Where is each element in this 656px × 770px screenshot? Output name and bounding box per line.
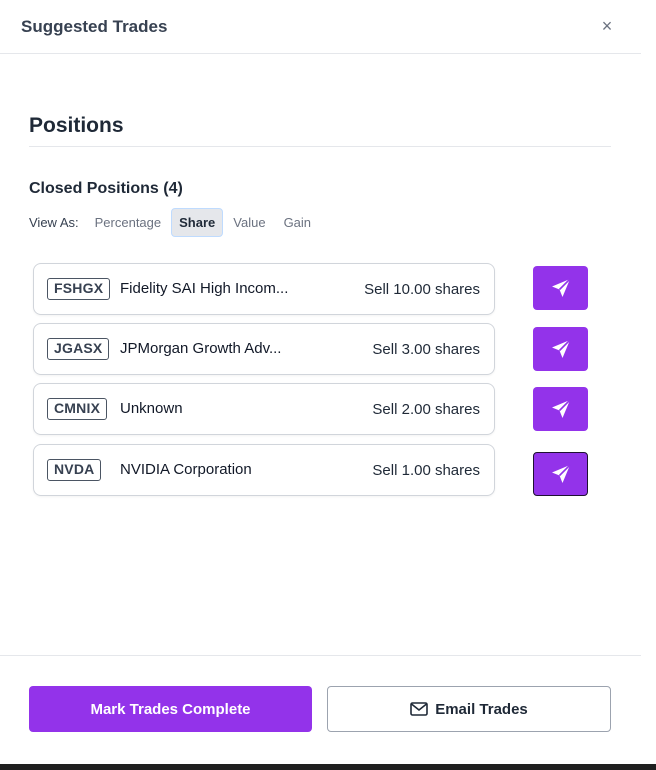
send-trade-button[interactable] bbox=[533, 266, 588, 310]
send-icon bbox=[551, 399, 571, 418]
modal-title: Suggested Trades bbox=[21, 17, 168, 36]
mark-trades-complete-label: Mark Trades Complete bbox=[90, 700, 251, 718]
view-option-value[interactable]: Value bbox=[225, 208, 273, 237]
view-option-percentage[interactable]: Percentage bbox=[87, 208, 170, 237]
trade-action: Sell 2.00 shares bbox=[372, 401, 480, 418]
ticker-badge: NVDA bbox=[47, 459, 102, 481]
close-icon[interactable]: × bbox=[598, 17, 616, 35]
modal-header: Suggested Trades × bbox=[0, 0, 641, 54]
email-trades-button[interactable]: Email Trades bbox=[327, 686, 611, 732]
section-divider bbox=[29, 146, 611, 147]
view-as-label: View As: bbox=[29, 214, 79, 230]
positions-title: Positions bbox=[29, 114, 124, 137]
trade-action: Sell 1.00 shares bbox=[372, 462, 480, 479]
ticker-badge: JGASX bbox=[47, 338, 110, 360]
fund-name: Fidelity SAI High Incom... bbox=[120, 280, 289, 297]
fund-name: JPMorgan Growth Adv... bbox=[120, 340, 282, 357]
ticker-badge: FSHGX bbox=[47, 278, 111, 300]
closed-positions-title: Closed Positions (4) bbox=[29, 180, 183, 197]
trade-row[interactable]: JGASX JPMorgan Growth Adv... Sell 3.00 s… bbox=[33, 323, 495, 375]
send-icon bbox=[551, 278, 571, 297]
email-trades-label: Email Trades bbox=[435, 700, 528, 718]
mail-icon bbox=[410, 702, 429, 716]
send-trade-button[interactable] bbox=[533, 387, 588, 431]
mark-trades-complete-button[interactable]: Mark Trades Complete bbox=[29, 686, 312, 732]
footer-divider bbox=[0, 655, 641, 656]
trade-row[interactable]: NVDA NVIDIA Corporation Sell 1.00 shares bbox=[33, 444, 495, 496]
view-as-toggle: View As: Percentage Share Value Gain bbox=[29, 207, 321, 237]
ticker-badge: CMNIX bbox=[47, 398, 108, 420]
fund-name: Unknown bbox=[120, 400, 183, 417]
send-trade-button[interactable] bbox=[533, 452, 588, 496]
bottom-bar bbox=[0, 764, 656, 770]
send-icon bbox=[551, 464, 571, 483]
trade-row[interactable]: CMNIX Unknown Sell 2.00 shares bbox=[33, 383, 495, 435]
fund-name: NVIDIA Corporation bbox=[120, 461, 252, 478]
view-option-gain[interactable]: Gain bbox=[276, 208, 319, 237]
send-icon bbox=[551, 339, 571, 358]
trade-row[interactable]: FSHGX Fidelity SAI High Incom... Sell 10… bbox=[33, 263, 495, 315]
trade-action: Sell 3.00 shares bbox=[372, 341, 480, 358]
send-trade-button[interactable] bbox=[533, 327, 588, 371]
trade-action: Sell 10.00 shares bbox=[364, 281, 480, 298]
view-option-share[interactable]: Share bbox=[171, 207, 224, 237]
